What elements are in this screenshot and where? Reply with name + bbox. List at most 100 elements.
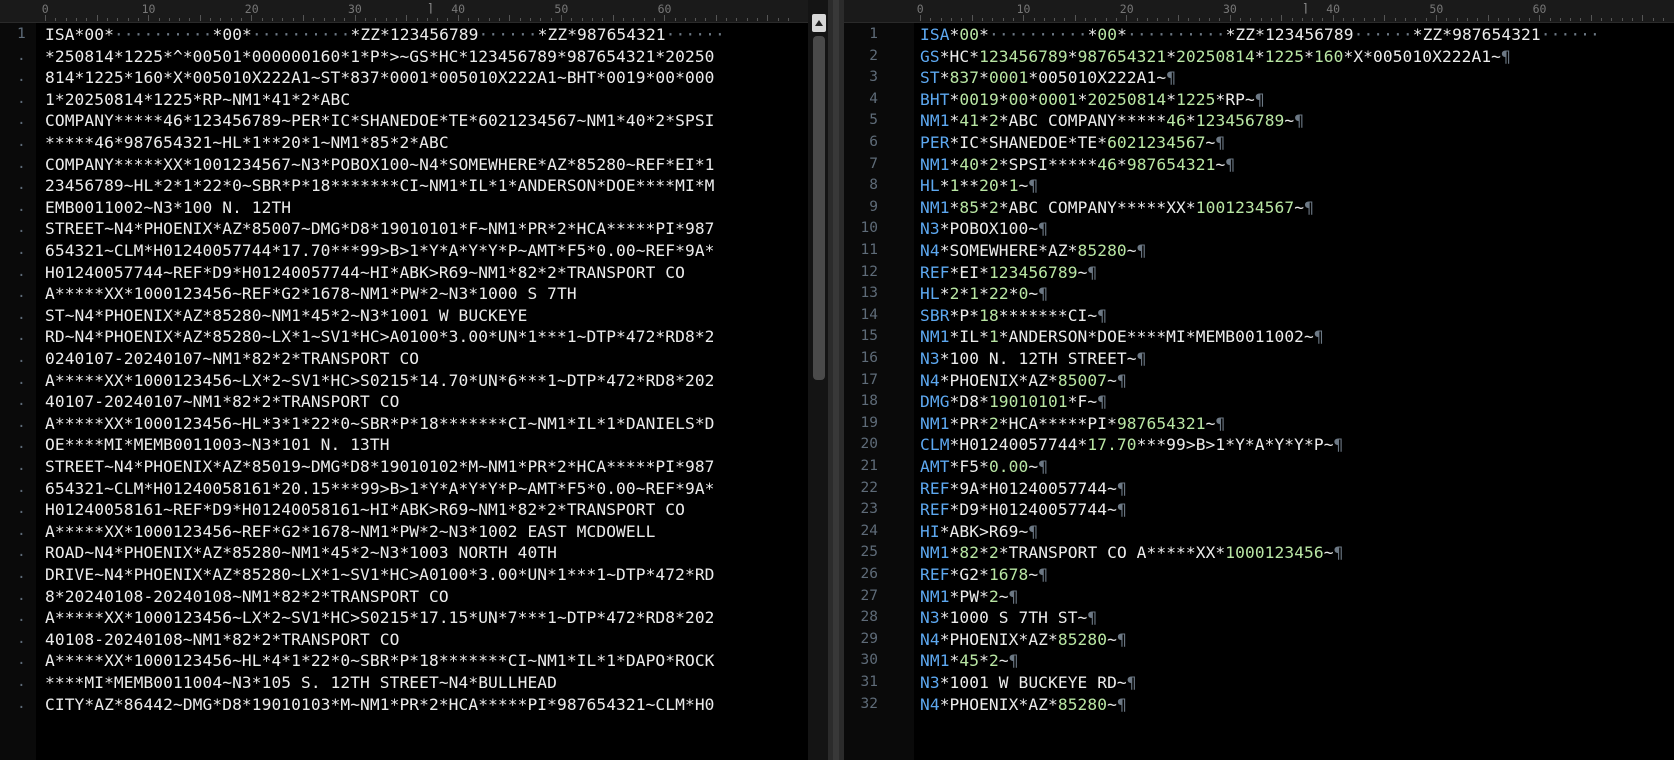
code-line[interactable]: DRIVE~N4*PHOENIX*AZ*85280~LX*1~SV1*HC>A0… bbox=[45, 563, 715, 586]
code-line[interactable]: NM1*PW*2~¶ bbox=[920, 585, 1019, 608]
code-line[interactable]: H01240058161~REF*D9*H01240058161~HI*ABK>… bbox=[45, 498, 685, 521]
ruler-tick bbox=[313, 18, 315, 21]
code-line[interactable]: A*****XX*1000123456~REF*G2*1678~NM1*PW*2… bbox=[45, 520, 655, 543]
code-line[interactable]: CITY*AZ*86442~DMG*D8*19010103*M~NM1*PR*2… bbox=[45, 693, 715, 716]
ruler-caret-icon: ⌉ bbox=[426, 1, 435, 15]
ruler-tick bbox=[251, 15, 253, 21]
code-line[interactable]: HI*ABK>R69~¶ bbox=[920, 520, 1038, 543]
right-editor-pane[interactable]: 0 10 20 30 40 50 60 ⌉ 1 2 3 4 5 6 7 8 9 10 11 12 13 14 15 16 17… bbox=[844, 0, 1674, 760]
code-line[interactable]: 40107-20240107~NM1*82*2*TRANSPORT CO bbox=[45, 390, 399, 413]
code-line[interactable]: REF*EI*123456789~¶ bbox=[920, 261, 1097, 284]
line-number: 2 bbox=[869, 47, 878, 64]
code-line[interactable]: 654321~CLM*H01240057744*17.70***99>B>1*Y… bbox=[45, 239, 715, 262]
code-line[interactable]: DMG*D8*19010101*F~¶ bbox=[920, 390, 1107, 413]
left-editor-pane[interactable]: 0 10 20 30 40 50 60 ⌉ 1........................… bbox=[0, 0, 808, 760]
code-line[interactable]: OE****MI*MEMB0011003~N3*101 N. 13TH bbox=[45, 433, 390, 456]
split-divider[interactable] bbox=[828, 0, 844, 760]
code-line[interactable]: 23456789~HL*2*1*22*0~SBR*P*18*******CI~N… bbox=[45, 174, 715, 197]
ruler-tick bbox=[1353, 18, 1355, 21]
ruler-tick bbox=[303, 15, 304, 21]
code-line[interactable]: HL*1**20*1~¶ bbox=[920, 174, 1038, 197]
code-line[interactable]: STREET~N4*PHOENIX*AZ*85007~DMG*D8*190101… bbox=[45, 217, 715, 240]
code-line[interactable]: REF*9A*H01240057744~¶ bbox=[920, 477, 1127, 500]
code-line[interactable]: BHT*0019*00*0001*20250814*1225*RP~¶ bbox=[920, 88, 1265, 111]
code-line[interactable]: CLM*H01240057744*17.70***99>B>1*Y*A*Y*Y*… bbox=[920, 433, 1343, 456]
code-line[interactable]: ST*837*0001*005010X222A1~¶ bbox=[920, 66, 1176, 89]
ruler-tick bbox=[333, 18, 335, 21]
line-number: . bbox=[17, 90, 26, 107]
code-line[interactable]: STREET~N4*PHOENIX*AZ*85019~DMG*D8*190101… bbox=[45, 455, 715, 478]
scroll-up-arrow-icon[interactable] bbox=[812, 14, 826, 32]
code-line[interactable]: ISA*00*··········*00*··········*ZZ*12345… bbox=[920, 23, 1600, 46]
ruler-mark: 60 bbox=[657, 2, 672, 16]
code-line[interactable]: N4*PHOENIX*AZ*85280~¶ bbox=[920, 628, 1127, 651]
code-line[interactable]: REF*D9*H01240057744~¶ bbox=[920, 498, 1127, 521]
code-line[interactable]: *****46*987654321~HL*1**20*1~NM1*85*2*AB… bbox=[45, 131, 449, 154]
code-line[interactable]: HL*2*1*22*0~¶ bbox=[920, 282, 1048, 305]
ruler-tick bbox=[788, 18, 790, 21]
code-line[interactable]: EMB0011002~N3*100 N. 12TH bbox=[45, 196, 291, 219]
code-line[interactable]: A*****XX*1000123456~REF*G2*1678~NM1*PW*2… bbox=[45, 282, 577, 305]
code-line[interactable]: N3*100 N. 12TH STREET~¶ bbox=[920, 347, 1146, 370]
code-line[interactable]: COMPANY*****46*123456789~PER*IC*SHANEDOE… bbox=[45, 109, 715, 132]
code-line[interactable]: N4*PHOENIX*AZ*85280~¶ bbox=[920, 693, 1127, 716]
code-line[interactable]: AMT*F5*0.00~¶ bbox=[920, 455, 1048, 478]
code-line[interactable]: A*****XX*1000123456~LX*2~SV1*HC>S0215*17… bbox=[45, 606, 715, 629]
vertical-scrollbar[interactable] bbox=[808, 0, 828, 760]
line-number: 28 bbox=[860, 609, 878, 626]
ruler-tick bbox=[1188, 18, 1190, 21]
ruler-tick bbox=[168, 18, 170, 21]
code-line[interactable]: NM1*45*2~¶ bbox=[920, 649, 1019, 672]
column-ruler: 0 10 20 30 40 50 60 ⌉ bbox=[0, 0, 808, 23]
ruler-tick bbox=[1116, 18, 1118, 21]
code-line[interactable]: ISA*00*··········*00*··········*ZZ*12345… bbox=[45, 23, 725, 46]
code-line[interactable]: A*****XX*1000123456~LX*2~SV1*HC>S0215*14… bbox=[45, 369, 715, 392]
ruler-tick bbox=[1198, 18, 1200, 21]
line-number: . bbox=[17, 630, 26, 647]
ruler-tick bbox=[736, 18, 738, 21]
code-line[interactable]: 40108-20240108~NM1*82*2*TRANSPORT CO bbox=[45, 628, 399, 651]
code-line[interactable]: NM1*PR*2*HCA*****PI*987654321~¶ bbox=[920, 412, 1225, 435]
code-line[interactable]: NM1*85*2*ABC COMPANY*****XX*1001234567~¶ bbox=[920, 196, 1314, 219]
scrollbar-thumb[interactable] bbox=[813, 36, 825, 380]
divider-grip[interactable] bbox=[833, 0, 839, 760]
code-line[interactable]: 1*20250814*1225*RP~NM1*41*2*ABC bbox=[45, 88, 350, 111]
code-line[interactable]: GS*HC*123456789*987654321*20250814*1225*… bbox=[920, 45, 1511, 68]
code-line[interactable]: PER*IC*SHANEDOE*TE*6021234567~¶ bbox=[920, 131, 1225, 154]
code-line[interactable]: NM1*IL*1*ANDERSON*DOE****MI*MEMB0011002~… bbox=[920, 325, 1324, 348]
code-line[interactable]: 654321~CLM*H01240058161*20.15***99>B>1*Y… bbox=[45, 477, 715, 500]
ruler-tick bbox=[1374, 18, 1376, 21]
code-line[interactable]: A*****XX*1000123456~HL*4*1*22*0~SBR*P*18… bbox=[45, 649, 715, 672]
code-line[interactable]: N4*PHOENIX*AZ*85007~¶ bbox=[920, 369, 1127, 392]
code-line[interactable]: NM1*82*2*TRANSPORT CO A*****XX*100012345… bbox=[920, 541, 1343, 564]
ruler-tick bbox=[550, 18, 552, 21]
ruler-tick bbox=[1136, 18, 1138, 21]
code-line[interactable]: N3*POBOX100~¶ bbox=[920, 217, 1048, 240]
code-line[interactable]: 814*1225*160*X*005010X222A1~ST*837*0001*… bbox=[45, 66, 715, 89]
line-number: 29 bbox=[860, 630, 878, 647]
code-line[interactable]: ROAD~N4*PHOENIX*AZ*85280~NM1*45*2~N3*100… bbox=[45, 541, 557, 564]
ruler-tick bbox=[684, 18, 686, 21]
code-line[interactable]: A*****XX*1000123456~HL*3*1*22*0~SBR*P*18… bbox=[45, 412, 715, 435]
line-number: . bbox=[17, 695, 26, 712]
ruler-tick bbox=[622, 18, 624, 21]
code-line[interactable]: NM1*40*2*SPSI*****46*987654321~¶ bbox=[920, 153, 1235, 176]
code-line[interactable]: REF*G2*1678~¶ bbox=[920, 563, 1048, 586]
code-line[interactable]: ST~N4*PHOENIX*AZ*85280~NM1*45*2~N3*1001 … bbox=[45, 304, 527, 327]
line-number: 27 bbox=[860, 587, 878, 604]
code-line[interactable]: 8*20240108-20240108~NM1*82*2*TRANSPORT C… bbox=[45, 585, 449, 608]
code-line[interactable]: NM1*41*2*ABC COMPANY*****46*123456789~¶ bbox=[920, 109, 1304, 132]
code-line[interactable]: N4*SOMEWHERE*AZ*85280~¶ bbox=[920, 239, 1147, 262]
code-line[interactable]: N3*1001 W BUCKEYE RD~¶ bbox=[920, 671, 1137, 694]
code-line[interactable]: N3*1000 S 7TH ST~¶ bbox=[920, 606, 1097, 629]
code-line[interactable]: ****MI*MEMB0011004~N3*105 S. 12TH STREET… bbox=[45, 671, 557, 694]
code-line[interactable]: 0240107-20240107~NM1*82*2*TRANSPORT CO bbox=[45, 347, 419, 370]
code-line[interactable]: SBR*P*18*******CI~¶ bbox=[920, 304, 1107, 327]
code-line[interactable]: RD~N4*PHOENIX*AZ*85280~LX*1~SV1*HC>A0100… bbox=[45, 325, 715, 348]
code-line[interactable]: *250814*1225*^*00501*000000160*1*P*>~GS*… bbox=[45, 45, 715, 68]
ruler-tick bbox=[117, 18, 119, 21]
ruler-tick bbox=[530, 18, 532, 21]
code-line[interactable]: COMPANY*****XX*1001234567~N3*POBOX100~N4… bbox=[45, 153, 715, 176]
ruler-tick bbox=[1477, 18, 1479, 21]
code-line[interactable]: H01240057744~REF*D9*H01240057744~HI*ABK>… bbox=[45, 261, 685, 284]
